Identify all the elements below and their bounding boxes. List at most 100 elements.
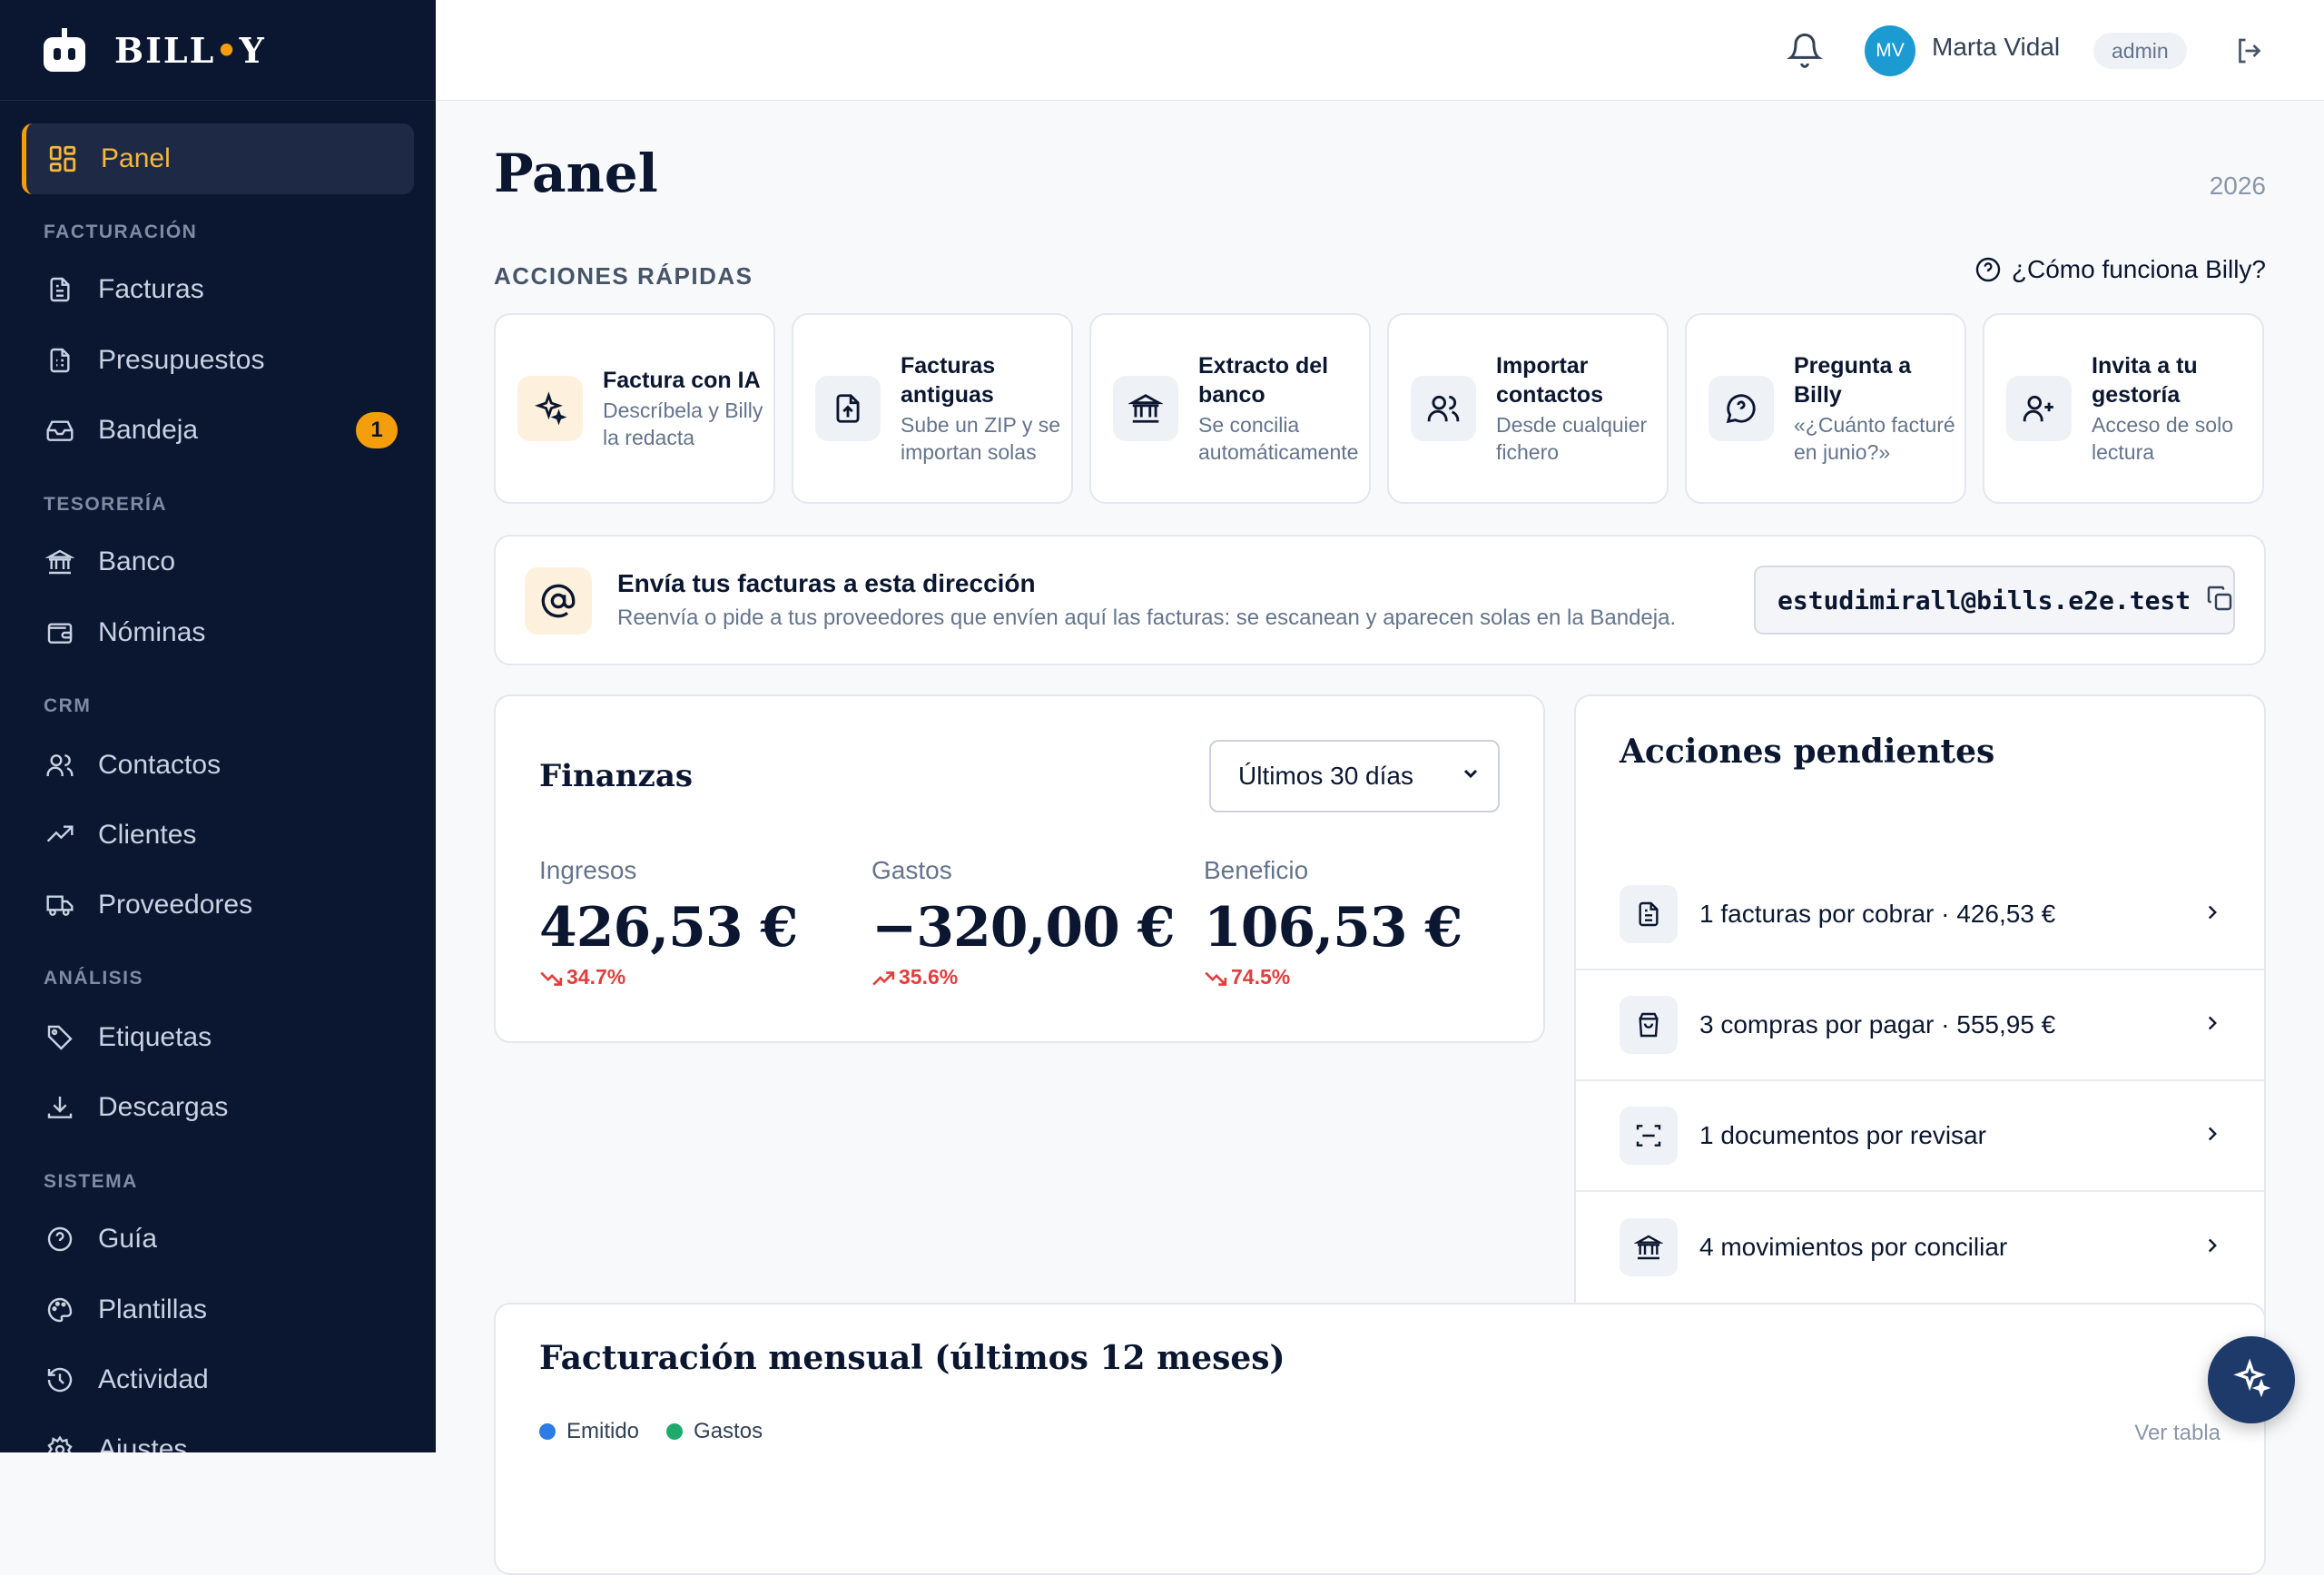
dashboard-icon: [46, 143, 79, 175]
monthly-billing-card: Facturación mensual (últimos 12 meses) E…: [494, 1303, 2266, 1575]
quick-action-ai-invoice[interactable]: Factura con IA Descríbela y Billy la reda…: [494, 313, 775, 504]
sidebar: BILL•Y Panel FACTURACIÓN Facturas Presup…: [0, 0, 436, 1452]
inbox-icon: [44, 414, 76, 447]
sidebar-item-label: Banco: [98, 546, 176, 576]
invoice-email-card: Envía tus facturas a esta dirección Reen…: [494, 535, 2266, 665]
chevron-down-icon: [1460, 762, 1482, 791]
sidebar-item-facturas[interactable]: Facturas: [44, 267, 398, 312]
invoice-email-address[interactable]: estudimirall@bills.e2e.test: [1777, 586, 2191, 615]
wallet-icon: [44, 616, 76, 649]
users-icon: [44, 749, 76, 782]
logout-icon[interactable]: [2233, 34, 2266, 72]
sidebar-item-descargas[interactable]: Descargas: [44, 1085, 398, 1130]
quick-action-bank-statement[interactable]: Extracto del banco Se concilia automática…: [1089, 313, 1371, 504]
notifications-bell-icon[interactable]: [1787, 29, 1823, 75]
view-table-link[interactable]: Ver tabla: [2134, 1421, 2221, 1446]
metric-beneficio: Beneficio 106,53 € 74.5%: [1204, 856, 1512, 989]
period-select[interactable]: Últimos 30 días: [1209, 740, 1500, 812]
pending-item-label: 3 compras por pagar · 555,95 €: [1699, 1010, 2056, 1039]
receipt-icon: [44, 344, 76, 377]
nav-section-title: TESORERÍA: [44, 494, 168, 515]
sidebar-item-label: Contactos: [98, 750, 222, 780]
user-name[interactable]: Marta Vidal: [1932, 33, 2060, 62]
pending-item-label: 4 movimientos por conciliar: [1699, 1233, 2008, 1261]
chevron-right-icon: [2201, 901, 2224, 929]
quick-action-invite-accountant[interactable]: Invita a tu gestoría Acceso de solo lectu…: [1983, 313, 2264, 504]
pending-item-movements[interactable]: 4 movimientos por conciliar: [1576, 1192, 2264, 1303]
quick-action-subtitle: Desde cualquier fichero: [1496, 413, 1648, 464]
legend-label: Emitido: [566, 1419, 640, 1443]
quick-action-subtitle: «¿Cuánto facturé en junio?»: [1794, 413, 1955, 464]
sidebar-item-label: Proveedores: [98, 890, 253, 920]
period-select-value: Últimos 30 días: [1238, 762, 1413, 790]
invoice-email-description: Reenvía o pide a tus proveedores que env…: [617, 605, 1677, 630]
nav-section-title: CRM: [44, 695, 92, 716]
legend-dot: [539, 1423, 556, 1440]
monthly-billing-title: Facturación mensual (últimos 12 meses): [539, 1339, 1285, 1377]
quick-action-import-contacts[interactable]: Importar contactos Desde cualquier ficher…: [1387, 313, 1669, 504]
sidebar-item-actividad[interactable]: Actividad: [44, 1357, 398, 1403]
sparkles-icon: [517, 376, 583, 441]
sidebar-item-label: Descargas: [98, 1092, 229, 1122]
legend-label: Gastos: [694, 1419, 763, 1443]
download-icon: [44, 1091, 76, 1124]
sidebar-item-label: Panel: [101, 143, 171, 173]
chevron-right-icon: [2201, 1011, 2224, 1039]
file-upload-icon: [815, 376, 881, 441]
quick-action-old-invoices[interactable]: Facturas antiguas Sube un ZIP y se import…: [792, 313, 1073, 504]
sidebar-item-proveedores[interactable]: Proveedores: [44, 882, 398, 928]
quick-action-title: Pregunta a Billy: [1794, 353, 1912, 408]
copy-icon[interactable]: [2205, 584, 2234, 617]
legend-item-gastos: Gastos: [666, 1419, 763, 1444]
top-bar: MV Marta Vidal admin: [436, 0, 2324, 101]
quick-action-subtitle: Sube un ZIP y se importan solas: [901, 413, 1061, 464]
sidebar-item-contactos[interactable]: Contactos: [44, 743, 398, 788]
document-icon: [1620, 885, 1678, 943]
sidebar-item-plantillas[interactable]: Plantillas: [44, 1287, 398, 1333]
sidebar-item-panel[interactable]: Panel: [22, 123, 414, 194]
sidebar-item-clientes[interactable]: Clientes: [44, 812, 398, 858]
sidebar-item-etiquetas[interactable]: Etiquetas: [44, 1015, 398, 1060]
sidebar-item-guia[interactable]: Guía: [44, 1216, 398, 1262]
sidebar-item-ajustes[interactable]: Ajustes: [44, 1427, 398, 1452]
sidebar-item-banco[interactable]: Banco: [44, 539, 398, 585]
pending-item-label: 1 facturas por cobrar · 426,53 €: [1699, 900, 2056, 928]
invoice-email-title: Envía tus facturas a esta dirección: [617, 569, 1036, 597]
finances-card: Finanzas Últimos 30 días Ingresos 426,53…: [494, 694, 1545, 1043]
trending-down-icon: [1205, 971, 1227, 986]
pending-item-documents[interactable]: 1 documentos por revisar: [1576, 1081, 2264, 1192]
metric-gastos: Gastos −320,00 € 35.6%: [872, 856, 1180, 989]
ai-assistant-button[interactable]: [2208, 1336, 2295, 1423]
metric-value: 426,53 €: [539, 896, 798, 960]
sidebar-item-label: Clientes: [98, 820, 197, 850]
chat-question-icon: [1709, 376, 1774, 441]
how-it-works-link[interactable]: ¿Cómo funciona Billy?: [1974, 255, 2266, 284]
metric-label: Beneficio: [1204, 856, 1309, 884]
bank-icon: [1113, 376, 1178, 441]
inbox-count-badge: 1: [356, 412, 398, 448]
gear-icon: [44, 1433, 76, 1452]
truck-icon: [44, 889, 76, 921]
quick-action-ask-billy[interactable]: Pregunta a Billy «¿Cuánto facturé en juni…: [1685, 313, 1966, 504]
pending-item-purchases[interactable]: 3 compras por pagar · 555,95 €: [1576, 970, 2264, 1081]
year-label: 2026: [2209, 172, 2266, 200]
quick-action-subtitle: Se concilia automáticamente: [1198, 413, 1359, 464]
quick-action-subtitle: Descríbela y Billy la redacta: [603, 399, 763, 449]
sidebar-item-label: Actividad: [98, 1364, 209, 1394]
pending-actions-title: Acciones pendientes: [1620, 733, 1995, 771]
main-content: Panel 2026 ACCIONES RÁPIDAS ¿Cómo funcio…: [436, 101, 2324, 1575]
metric-value: −320,00 €: [872, 896, 1176, 960]
quick-action-title: Extracto del banco: [1198, 353, 1329, 408]
pending-item-invoices[interactable]: 1 facturas por cobrar · 426,53 €: [1576, 860, 2264, 970]
document-icon: [44, 273, 76, 306]
copy-email-button[interactable]: estudimirall@bills.e2e.test: [1754, 566, 2235, 635]
shopping-bag-icon: [1620, 996, 1678, 1054]
sidebar-item-presupuestos[interactable]: Presupuestos: [44, 338, 398, 383]
brand[interactable]: BILL•Y: [0, 0, 436, 101]
sidebar-item-bandeja[interactable]: Bandeja 1: [44, 408, 398, 453]
sidebar-item-label: Bandeja: [98, 415, 199, 445]
avatar[interactable]: MV: [1865, 25, 1915, 76]
role-badge: admin: [2093, 33, 2187, 69]
bank-icon: [1620, 1218, 1678, 1276]
sidebar-item-nominas[interactable]: Nóminas: [44, 610, 398, 655]
